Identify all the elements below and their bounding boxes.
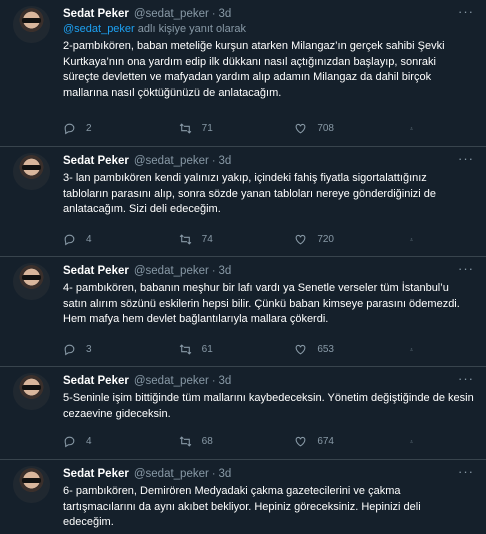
- share-icon: [410, 348, 413, 351]
- more-icon[interactable]: ···: [458, 262, 474, 275]
- tweet[interactable]: Sedat Peker @sedat_peker · 3d ··· 3- lan…: [0, 147, 486, 257]
- separator-dot: ·: [211, 468, 216, 480]
- reply-icon: [64, 123, 75, 135]
- tweet-text: 5-Seninle işim bittiğinde tüm mallarını …: [63, 392, 474, 420]
- author-handle[interactable]: @sedat_peker: [134, 155, 209, 167]
- separator-dot: ·: [211, 375, 216, 387]
- avatar[interactable]: [13, 373, 50, 410]
- timeline: Sedat Peker @sedat_peker · 3d ··· @sedat…: [0, 0, 486, 534]
- author-handle[interactable]: @sedat_peker: [134, 468, 209, 480]
- tweet-actions: 4 74 720: [63, 233, 423, 246]
- author-handle[interactable]: @sedat_peker: [134, 375, 209, 387]
- share-button[interactable]: [410, 343, 423, 356]
- reply-count: 4: [86, 436, 92, 447]
- tweet-actions: 4 68 674: [63, 435, 423, 448]
- author-name[interactable]: Sedat Peker: [63, 155, 129, 167]
- author-name[interactable]: Sedat Peker: [63, 468, 129, 480]
- reply-mention[interactable]: @sedat_peker: [63, 23, 135, 35]
- reply-button[interactable]: 3: [63, 343, 153, 356]
- author-name[interactable]: Sedat Peker: [63, 375, 129, 387]
- reply-count: 3: [86, 344, 92, 355]
- reply-suffix: adlı kişiye yanıt olarak: [134, 23, 246, 35]
- retweet-count: 74: [201, 234, 213, 245]
- share-icon: [410, 238, 413, 241]
- tweet-text: 3- lan pambıkören kendi yalınızı yakıp, …: [63, 172, 437, 215]
- author-handle[interactable]: @sedat_peker: [134, 265, 209, 277]
- reply-icon: [64, 234, 75, 246]
- tweet[interactable]: Sedat Peker @sedat_peker · 3d ··· 6- pam…: [0, 460, 486, 534]
- like-button[interactable]: 674: [294, 435, 384, 448]
- share-icon: [410, 440, 413, 443]
- reply-button[interactable]: 2: [63, 122, 153, 135]
- tweet-text: 4- pambıkören, babanın meşhur bir lafı v…: [63, 282, 460, 325]
- retweet-icon: [179, 436, 191, 447]
- like-count: 708: [317, 123, 334, 134]
- tweet-actions: 3 61 653: [63, 343, 423, 356]
- retweet-icon: [179, 123, 191, 134]
- retweet-button[interactable]: 61: [179, 343, 269, 356]
- reply-context: @sedat_peker adlı kişiye yanıt olarak: [63, 23, 474, 37]
- timestamp[interactable]: 3d: [219, 8, 232, 20]
- retweet-icon: [179, 234, 191, 245]
- share-button[interactable]: [410, 122, 423, 135]
- like-count: 674: [317, 436, 334, 447]
- tweet[interactable]: Sedat Peker @sedat_peker · 3d ··· @sedat…: [0, 0, 486, 147]
- retweet-count: 71: [201, 123, 213, 134]
- timestamp[interactable]: 3d: [219, 375, 232, 387]
- reply-button[interactable]: 4: [63, 233, 153, 246]
- share-button[interactable]: [410, 435, 423, 448]
- reply-count: 2: [86, 123, 92, 134]
- timestamp[interactable]: 3d: [219, 265, 232, 277]
- like-button[interactable]: 708: [294, 122, 384, 135]
- timestamp[interactable]: 3d: [219, 468, 232, 480]
- retweet-count: 68: [201, 436, 213, 447]
- heart-icon: [295, 436, 306, 447]
- separator-dot: ·: [211, 265, 216, 277]
- author-name[interactable]: Sedat Peker: [63, 265, 129, 277]
- like-button[interactable]: 720: [294, 233, 384, 246]
- share-icon: [410, 127, 413, 130]
- more-icon[interactable]: ···: [458, 465, 474, 478]
- tweet-text: 2-pambıkören, baban meteliğe kurşun atar…: [63, 40, 445, 99]
- reply-icon: [64, 344, 75, 356]
- tweet-actions: 2 71 708: [63, 122, 423, 135]
- author-name[interactable]: Sedat Peker: [63, 8, 129, 20]
- retweet-button[interactable]: 74: [179, 233, 269, 246]
- heart-icon: [295, 234, 306, 245]
- retweet-button[interactable]: 68: [179, 435, 269, 448]
- avatar[interactable]: [13, 466, 50, 503]
- more-icon[interactable]: ···: [458, 372, 474, 385]
- like-count: 720: [317, 234, 334, 245]
- avatar[interactable]: [13, 263, 50, 300]
- retweet-button[interactable]: 71: [179, 122, 269, 135]
- reply-count: 4: [86, 234, 92, 245]
- like-button[interactable]: 653: [294, 343, 384, 356]
- retweet-count: 61: [201, 344, 213, 355]
- retweet-icon: [179, 344, 191, 355]
- avatar[interactable]: [13, 6, 50, 43]
- more-icon[interactable]: ···: [458, 5, 474, 18]
- tweet[interactable]: Sedat Peker @sedat_peker · 3d ··· 5-Seni…: [0, 367, 486, 460]
- share-button[interactable]: [410, 233, 423, 246]
- tweet-text: 6- pambıkören, Demirören Medyadaki çakma…: [63, 485, 421, 528]
- avatar[interactable]: [13, 153, 50, 190]
- heart-icon: [295, 344, 306, 355]
- more-icon[interactable]: ···: [458, 152, 474, 165]
- author-handle[interactable]: @sedat_peker: [134, 8, 209, 20]
- heart-icon: [295, 123, 306, 134]
- like-count: 653: [317, 344, 334, 355]
- reply-icon: [64, 436, 75, 448]
- separator-dot: ·: [211, 8, 216, 20]
- reply-button[interactable]: 4: [63, 435, 153, 448]
- tweet[interactable]: Sedat Peker @sedat_peker · 3d ··· 4- pam…: [0, 257, 486, 367]
- separator-dot: ·: [211, 155, 216, 167]
- timestamp[interactable]: 3d: [219, 155, 232, 167]
